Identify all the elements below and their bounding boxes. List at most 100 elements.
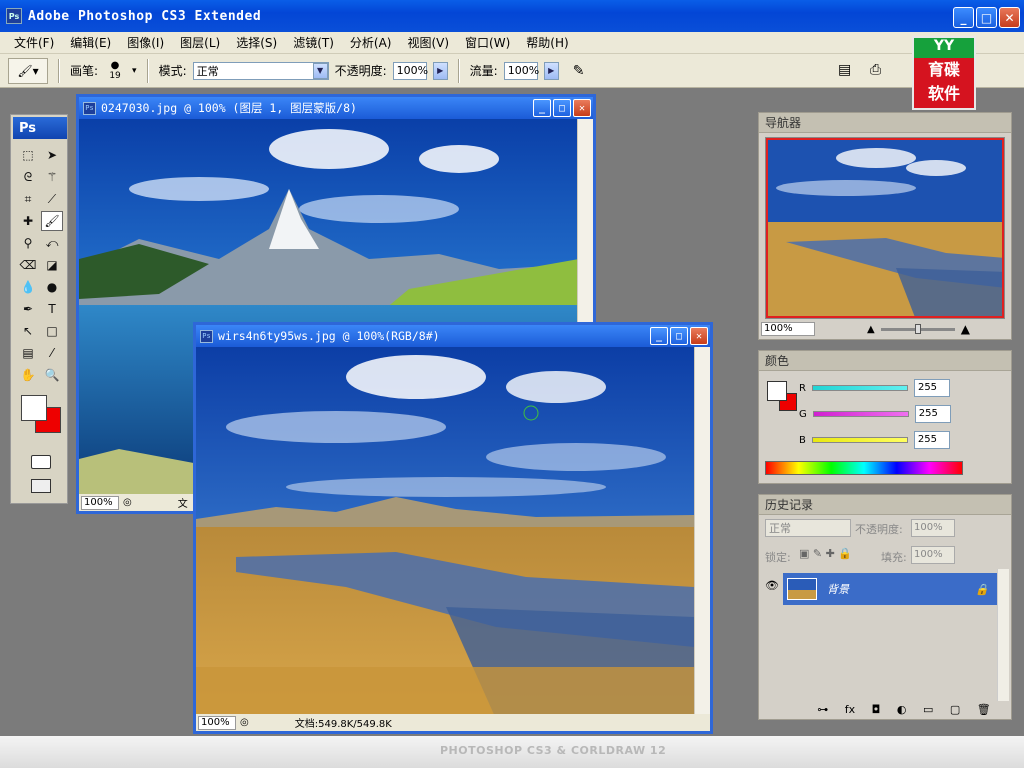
layers-scrollbar[interactable]: [997, 569, 1009, 701]
document-1-close-button[interactable]: ✕: [573, 99, 591, 117]
mask-icon[interactable]: ◘: [872, 703, 881, 719]
foreground-color-swatch[interactable]: [21, 395, 47, 421]
eye-icon[interactable]: 👁: [765, 579, 779, 592]
menu-layer[interactable]: 图层(L): [172, 34, 228, 51]
brush-tool-icon[interactable]: 🖌: [41, 211, 63, 231]
navigator-zoom-slider[interactable]: [880, 323, 955, 334]
menu-analysis[interactable]: 分析(A): [342, 34, 400, 51]
document-2-canvas[interactable]: [196, 347, 694, 719]
close-button[interactable]: ✕: [999, 7, 1020, 28]
color-fg-swatch[interactable]: [767, 381, 787, 401]
green-value-input[interactable]: 255: [914, 405, 951, 423]
document-2-maximize-button[interactable]: □: [670, 327, 688, 345]
brush-dot-icon: ●: [110, 59, 120, 71]
history-brush-icon[interactable]: ⤺: [41, 233, 63, 253]
path-selection-icon[interactable]: ↖: [17, 321, 39, 341]
crop-tool-icon[interactable]: ⌗: [17, 189, 39, 209]
notes-tool-icon[interactable]: ▤: [17, 343, 39, 363]
eyedropper-tool-icon[interactable]: ⁄: [41, 343, 63, 363]
magic-wand-tool-icon[interactable]: ⚚: [41, 167, 63, 187]
lock-icons[interactable]: ▣ ✎ ✚ 🔒: [799, 547, 852, 560]
opacity-slider-button[interactable]: ▶: [432, 61, 448, 80]
eraser-tool-icon[interactable]: ⌫: [17, 255, 39, 275]
screen-mode-icon[interactable]: [31, 479, 51, 493]
rectangle-tool-icon[interactable]: □: [41, 321, 63, 341]
layer-opacity-field[interactable]: 100%: [911, 519, 955, 537]
group-icon[interactable]: ▭: [923, 703, 933, 719]
hand-tool-icon[interactable]: ✋: [17, 365, 39, 385]
brush-size-picker[interactable]: ● 19: [104, 59, 126, 81]
color-tab[interactable]: 颜色: [759, 351, 1011, 371]
blend-mode-select[interactable]: 正常: [765, 519, 851, 537]
workspace-icon[interactable]: ⎙: [870, 62, 881, 78]
blue-slider[interactable]: [811, 437, 908, 443]
document-2-minimize-button[interactable]: _: [650, 327, 668, 345]
navigator-zoom-field[interactable]: 100%: [761, 322, 815, 336]
menu-file[interactable]: 文件(F): [6, 34, 62, 51]
clone-stamp-icon[interactable]: ⚲: [17, 233, 39, 253]
brush-dropdown-icon[interactable]: ▾: [132, 66, 137, 76]
type-tool-icon[interactable]: T: [41, 299, 63, 319]
document-1-zoom-field[interactable]: 100%: [81, 495, 119, 510]
dodge-tool-icon[interactable]: ●: [41, 277, 63, 297]
green-slider[interactable]: [812, 411, 909, 417]
blur-tool-icon[interactable]: 💧: [17, 277, 39, 297]
color-spectrum-ramp[interactable]: [765, 461, 963, 475]
document-1-minimize-button[interactable]: _: [533, 99, 551, 117]
paint-bucket-icon[interactable]: ◪: [41, 255, 63, 275]
document-2-titlebar[interactable]: Ps wirs4n6ty95ws.jpg @ 100%(RGB/8#) _ □ …: [196, 325, 710, 347]
menu-view[interactable]: 视图(V): [399, 34, 457, 51]
document-2-close-button[interactable]: ✕: [690, 327, 708, 345]
tools-palette: Ps ⬚ ➤ ᘓ ⚚ ⌗ ⟋ ✚ 🖌 ⚲ ⤺ ⌫ ◪ 💧 ● ✒ T ↖ □ ▤…: [10, 114, 68, 504]
red-slider[interactable]: [811, 385, 908, 391]
move-tool-icon[interactable]: ➤: [41, 145, 63, 165]
color-row-g: G 255: [799, 405, 951, 423]
pen-tool-icon[interactable]: ✒: [17, 299, 39, 319]
maximize-button[interactable]: □: [976, 7, 997, 28]
red-value-input[interactable]: 255: [913, 379, 950, 397]
blue-value-input[interactable]: 255: [913, 431, 950, 449]
history-tab[interactable]: 历史记录: [759, 495, 1011, 515]
quick-mask-icon[interactable]: [31, 455, 51, 469]
flow-input[interactable]: 100%: [503, 61, 539, 80]
link-icon[interactable]: ⊶: [817, 703, 828, 719]
mode-select[interactable]: 正常 ▼: [192, 61, 329, 80]
trash-icon[interactable]: 🗑: [977, 703, 991, 719]
document-2-zoom-field[interactable]: 100%: [198, 715, 236, 730]
document-1-maximize-button[interactable]: □: [553, 99, 571, 117]
new-layer-icon[interactable]: ▢: [950, 703, 960, 719]
adjustment-icon[interactable]: ◐: [897, 703, 907, 719]
document-window-2[interactable]: Ps wirs4n6ty95ws.jpg @ 100%(RGB/8#) _ □ …: [193, 322, 713, 734]
menu-image[interactable]: 图像(I): [119, 34, 172, 51]
fill-field[interactable]: 100%: [911, 546, 955, 564]
opacity-input[interactable]: 100%: [392, 61, 428, 80]
airbrush-icon[interactable]: ✎: [573, 63, 585, 79]
status-menu-icon[interactable]: ◎: [240, 717, 249, 728]
status-menu-icon[interactable]: ◎: [123, 497, 132, 508]
zoom-out-icon[interactable]: ▲: [867, 324, 875, 335]
palette-well-icon[interactable]: ▤: [838, 62, 851, 78]
marquee-tool-icon[interactable]: ⬚: [17, 145, 39, 165]
zoom-tool-icon[interactable]: 🔍: [41, 365, 63, 385]
navigator-tab[interactable]: 导航器: [759, 113, 1011, 133]
minimize-button[interactable]: _: [953, 7, 974, 28]
menu-filter[interactable]: 滤镜(T): [285, 34, 342, 51]
zoom-in-icon[interactable]: ▲: [961, 322, 970, 336]
healing-brush-icon[interactable]: ✚: [17, 211, 39, 231]
slice-tool-icon[interactable]: ⟋: [41, 189, 63, 209]
lasso-tool-icon[interactable]: ᘓ: [17, 167, 39, 187]
menu-select[interactable]: 选择(S): [228, 34, 285, 51]
zoom-slider-thumb[interactable]: [914, 323, 921, 334]
layer-row-background[interactable]: 背景 🔒: [783, 573, 997, 605]
tool-preset-picker[interactable]: 🖌▾: [8, 57, 48, 84]
photoshop-badge[interactable]: Ps: [13, 117, 67, 139]
navigator-thumbnail[interactable]: [765, 137, 1005, 319]
menu-help[interactable]: 帮助(H): [518, 34, 576, 51]
document-1-titlebar[interactable]: Ps 0247030.jpg @ 100% (图层 1, 图层蒙版/8) _ □…: [79, 97, 593, 119]
menu-edit[interactable]: 编辑(E): [62, 34, 119, 51]
menu-window[interactable]: 窗口(W): [457, 34, 518, 51]
document-2-vertical-scrollbar[interactable]: [694, 347, 710, 719]
fx-icon[interactable]: fx: [845, 703, 855, 719]
flow-slider-button[interactable]: ▶: [543, 61, 559, 80]
navigator-view-box[interactable]: [766, 138, 1004, 318]
